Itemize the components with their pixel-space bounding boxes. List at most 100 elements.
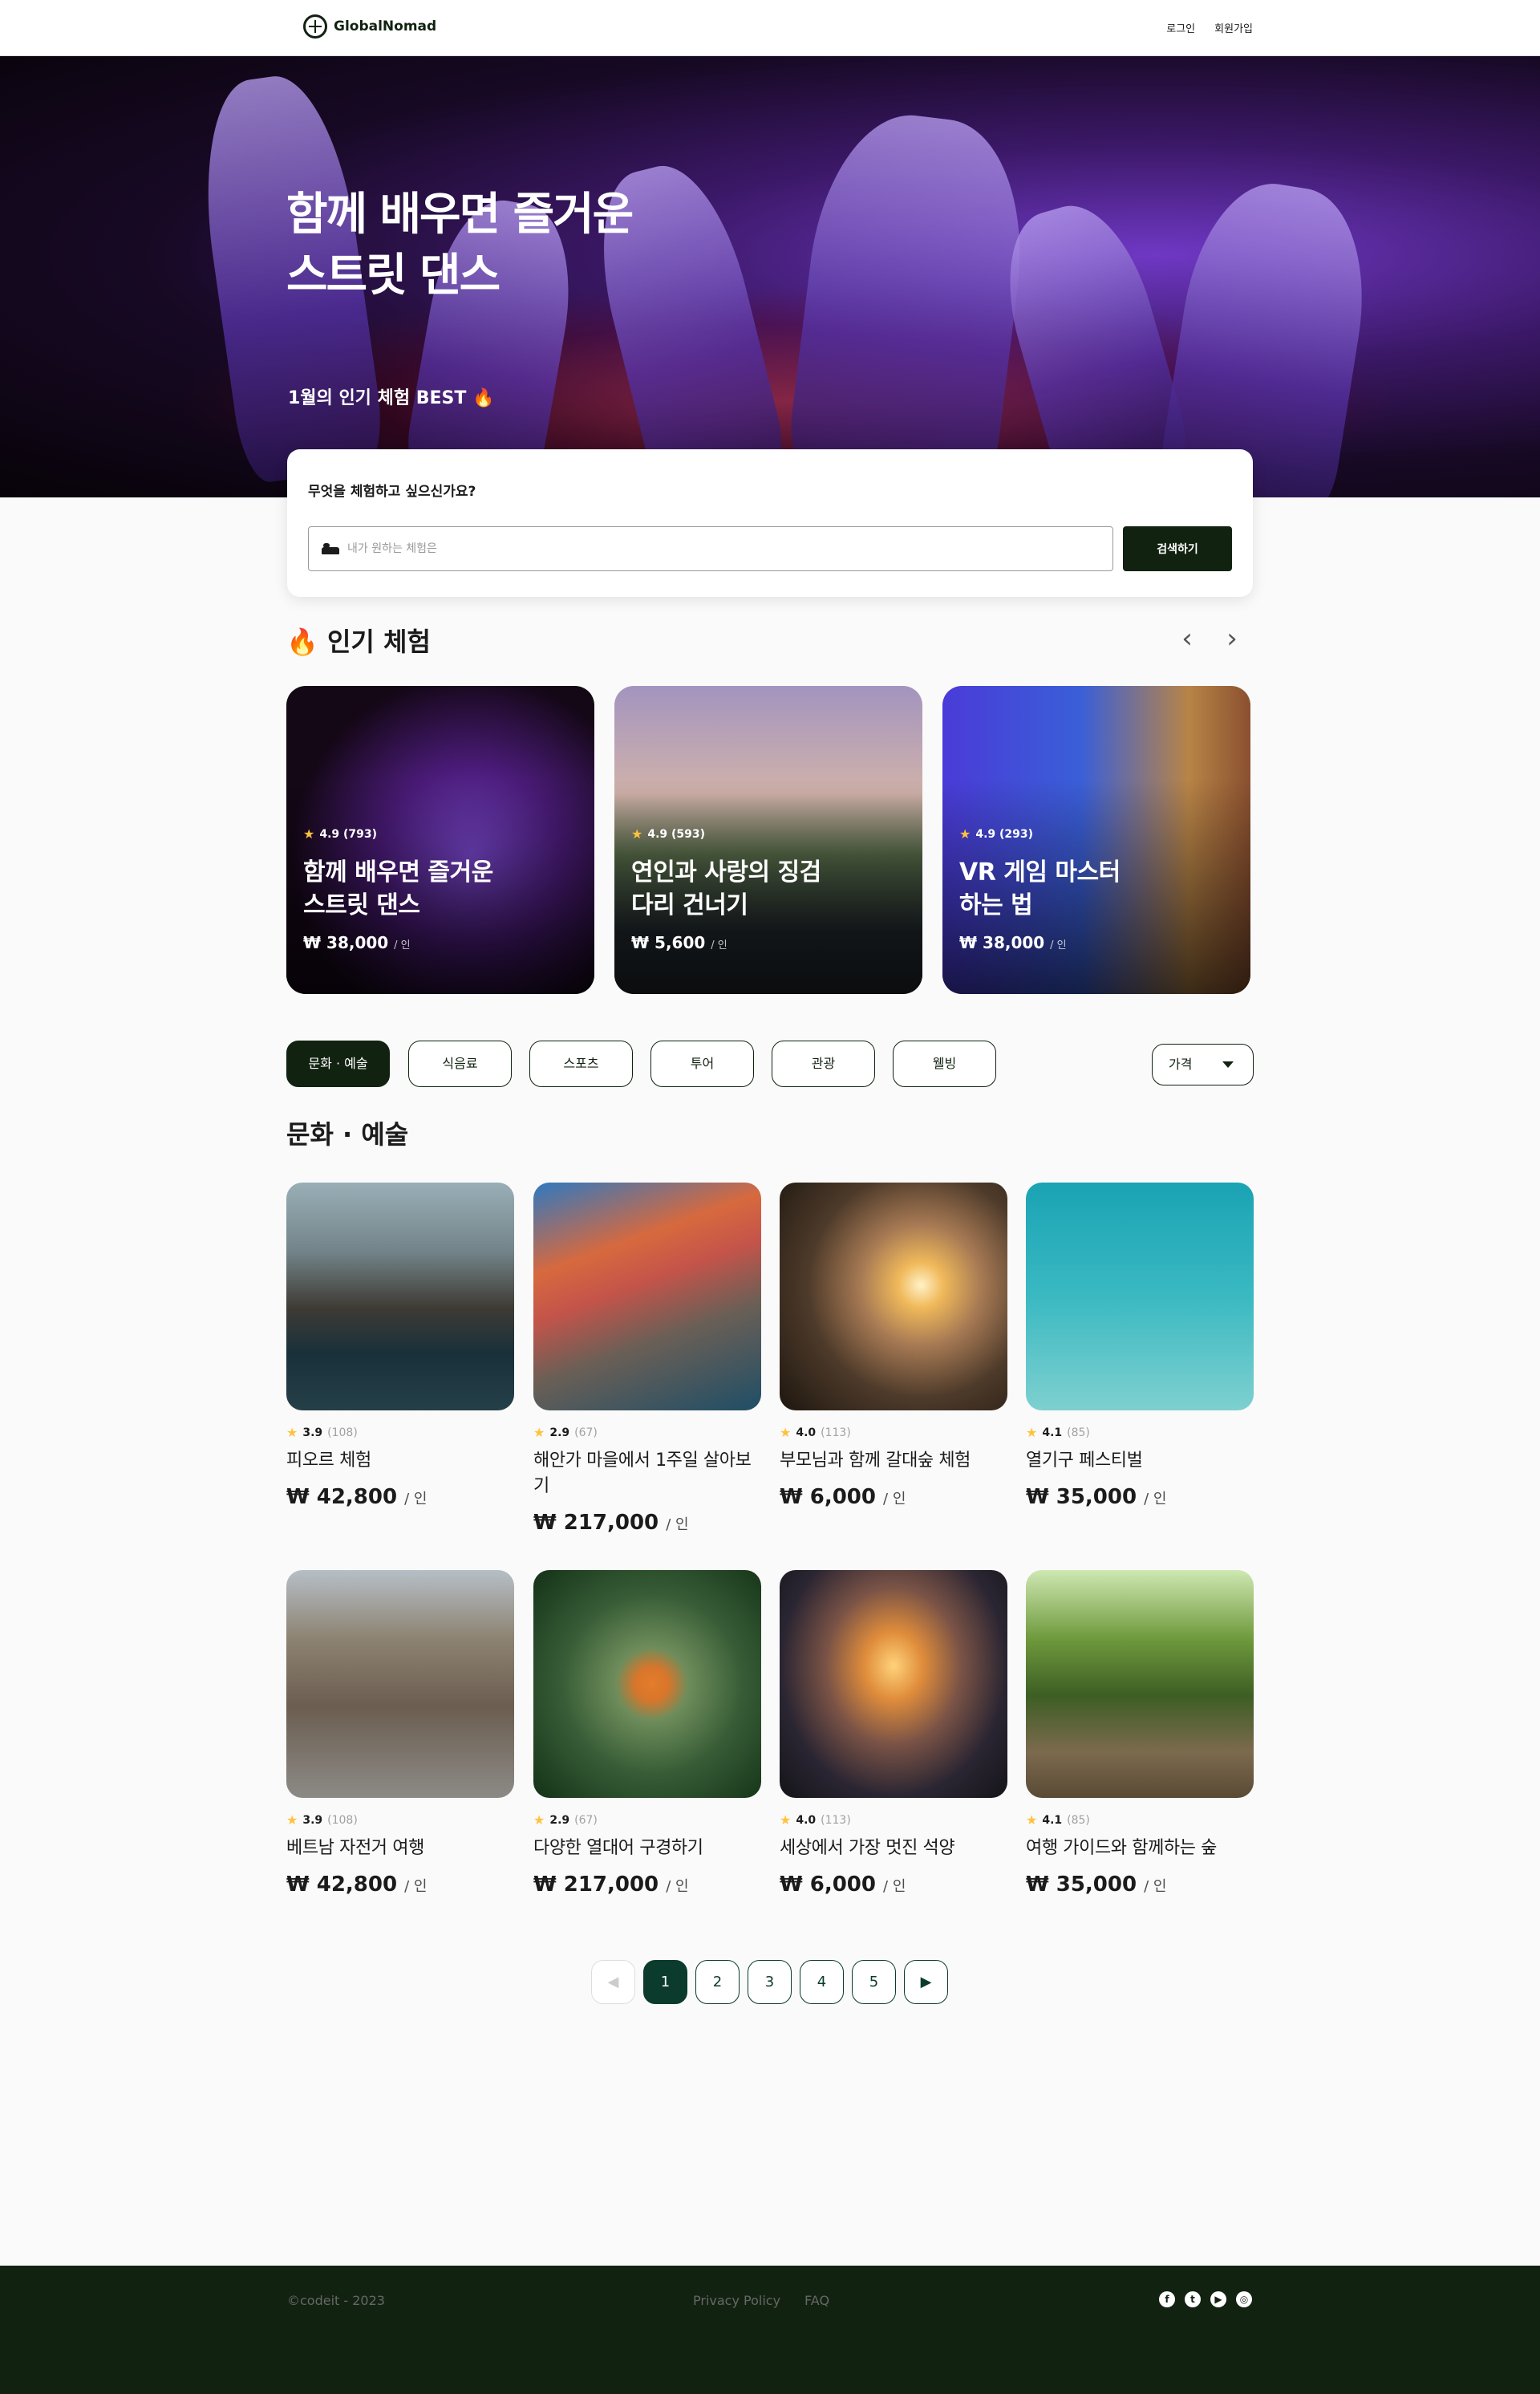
page-button-1[interactable]: 1 [643,1960,687,2004]
globe-icon [303,14,327,39]
activity-price: ₩ 6,000 [780,1485,876,1509]
activity-price-unit: / 인 [404,1878,428,1895]
footer: ©codeit - 2023 Privacy Policy FAQ f t ▶ … [0,2266,1540,2394]
activity-rating: 4.1 [1042,1426,1063,1439]
activity-price: ₩ 35,000 [1026,1873,1137,1897]
activity-image [1026,1570,1254,1798]
star-icon: ★ [303,826,315,842]
hero-banner[interactable]: 함께 배우면 즐거운 스트릿 댄스 1월의 인기 체험 BEST 🔥 [0,56,1540,497]
category-section-title: 문화 · 예술 [286,1119,409,1150]
activity-review-count: (67) [574,1813,598,1827]
category-chip-sightseeing[interactable]: 관광 [772,1041,875,1087]
caret-down-icon [1222,1061,1234,1068]
activity-image [780,1570,1007,1798]
category-chip-sports[interactable]: 스포츠 [529,1041,633,1087]
login-link[interactable]: 로그인 [1166,20,1195,35]
activity-title: 해안가 마을에서 1주일 살아보기 [533,1451,752,1496]
star-icon: ★ [286,1812,298,1828]
activity-review-count: (108) [327,1426,358,1439]
activity-rating: 4.1 [1042,1813,1063,1827]
activity-image [533,1183,761,1410]
pagination: ◀ 1 2 3 4 5 ▶ [591,1960,948,2004]
price-filter-label: 가격 [1169,1057,1193,1072]
activity-title: 다양한 열대어 구경하기 [533,1838,703,1858]
activity-rating: 4.0 [796,1813,817,1827]
popular-title: 함께 배우면 즐거운 스트릿 댄스 [303,858,493,919]
logo-text: GlobalNomad [334,18,437,34]
activity-price: ₩ 42,800 [286,1873,398,1897]
popular-title: 연인과 사랑의 징검 다리 건너기 [631,858,821,919]
activity-price-unit: / 인 [1144,1491,1167,1507]
page-button-5[interactable]: 5 [852,1960,896,2004]
twitter-icon[interactable]: t [1185,2291,1201,2307]
activity-rating: 2.9 [549,1813,570,1827]
activity-rating: 3.9 [302,1813,323,1827]
category-chip-tour[interactable]: 투어 [650,1041,754,1087]
activity-price: ₩ 217,000 [533,1873,659,1897]
activity-price-unit: / 인 [883,1878,906,1895]
popular-card[interactable]: ★ 4.9 (593) 연인과 사랑의 징검 다리 건너기 ₩ 5,600 / 인 [614,686,922,994]
star-icon: ★ [959,826,971,842]
price-filter-dropdown[interactable]: 가격 [1152,1044,1254,1085]
activity-title: 세상에서 가장 멋진 석양 [780,1838,955,1858]
chevron-left-icon[interactable]: ‹ [1172,624,1202,655]
star-icon: ★ [1026,1425,1038,1440]
next-page-button[interactable]: ▶ [904,1960,948,2004]
page-button-2[interactable]: 2 [695,1960,740,2004]
category-chip-food[interactable]: 식음료 [408,1041,512,1087]
popular-card[interactable]: ★ 4.9 (793) 함께 배우면 즐거운 스트릿 댄스 ₩ 38,000 / … [286,686,594,994]
popular-card[interactable]: ★ 4.9 (293) VR 게임 마스터 하는 법 ₩ 38,000 / 인 [942,686,1250,994]
activity-card[interactable]: ★ 2.9 (67) 다양한 열대어 구경하기 ₩ 217,000 / 인 [533,1570,761,1897]
popular-price-unit: / 인 [394,939,411,952]
activity-card[interactable]: ★ 4.0 (113) 부모님과 함께 갈대숲 체험 ₩ 6,000 / 인 [780,1183,1007,1509]
popular-title: VR 게임 마스터 하는 법 [959,858,1121,919]
activity-review-count: (85) [1067,1813,1090,1827]
activity-rating: 2.9 [549,1426,570,1439]
search-button[interactable]: 검색하기 [1123,526,1232,571]
star-icon: ★ [631,826,643,842]
signup-link[interactable]: 회원가입 [1214,20,1253,35]
activity-image [533,1570,761,1798]
privacy-policy-link[interactable]: Privacy Policy [693,2293,780,2308]
popular-section-title: 🔥 인기 체험 [286,627,431,657]
activity-review-count: (113) [821,1813,851,1827]
popular-price: ₩ 38,000 [959,933,1045,952]
activity-card[interactable]: ★ 4.1 (85) 열기구 페스티벌 ₩ 35,000 / 인 [1026,1183,1254,1509]
search-label: 무엇을 체험하고 싶으신가요? [308,484,476,500]
activity-card[interactable]: ★ 3.9 (108) 베트남 자전거 여행 ₩ 42,800 / 인 [286,1570,514,1897]
chevron-right-icon[interactable]: › [1217,624,1247,655]
category-chip-culture[interactable]: 문화 · 예술 [286,1041,390,1087]
globalnomad-logo[interactable]: GlobalNomad [303,14,436,39]
page-button-4[interactable]: 4 [800,1960,844,2004]
activity-price: ₩ 6,000 [780,1873,876,1897]
facebook-icon[interactable]: f [1159,2291,1175,2307]
activity-price-unit: / 인 [404,1491,428,1507]
activity-card[interactable]: ★ 2.9 (67) 해안가 마을에서 1주일 살아보기 ₩ 217,000 / 인 [533,1183,761,1535]
activity-card[interactable]: ★ 4.0 (113) 세상에서 가장 멋진 석양 ₩ 6,000 / 인 [780,1570,1007,1897]
activity-card[interactable]: ★ 3.9 (108) 피오르 체험 ₩ 42,800 / 인 [286,1183,514,1509]
activity-price-unit: / 인 [666,1516,689,1533]
page-button-3[interactable]: 3 [748,1960,792,2004]
copyright: ©codeit - 2023 [287,2293,385,2308]
search-input[interactable]: 내가 원하는 체험은 [308,526,1113,571]
search-panel: 무엇을 체험하고 싶으신가요? 내가 원하는 체험은 검색하기 [287,449,1253,597]
activity-review-count: (67) [574,1426,598,1439]
activity-title: 피오르 체험 [286,1451,371,1471]
star-icon: ★ [780,1812,792,1828]
activity-title: 여행 가이드와 함께하는 숲 [1026,1838,1218,1858]
youtube-icon[interactable]: ▶ [1210,2291,1226,2307]
activity-image [286,1570,514,1798]
category-chip-wellbeing[interactable]: 웰빙 [893,1041,996,1087]
activity-price: ₩ 35,000 [1026,1485,1137,1509]
popular-rating: 4.9 (593) [647,827,706,841]
activity-card[interactable]: ★ 4.1 (85) 여행 가이드와 함께하는 숲 ₩ 35,000 / 인 [1026,1570,1254,1897]
prev-page-button[interactable]: ◀ [591,1960,635,2004]
popular-price: ₩ 38,000 [303,933,389,952]
faq-link[interactable]: FAQ [804,2293,829,2308]
bed-icon [322,542,339,556]
activity-price-unit: / 인 [666,1878,689,1895]
hero-title: 함께 배우면 즐거운 스트릿 댄스 [286,189,634,302]
instagram-icon[interactable]: ◎ [1236,2291,1252,2307]
popular-price-unit: / 인 [711,939,727,952]
star-icon: ★ [1026,1812,1038,1828]
